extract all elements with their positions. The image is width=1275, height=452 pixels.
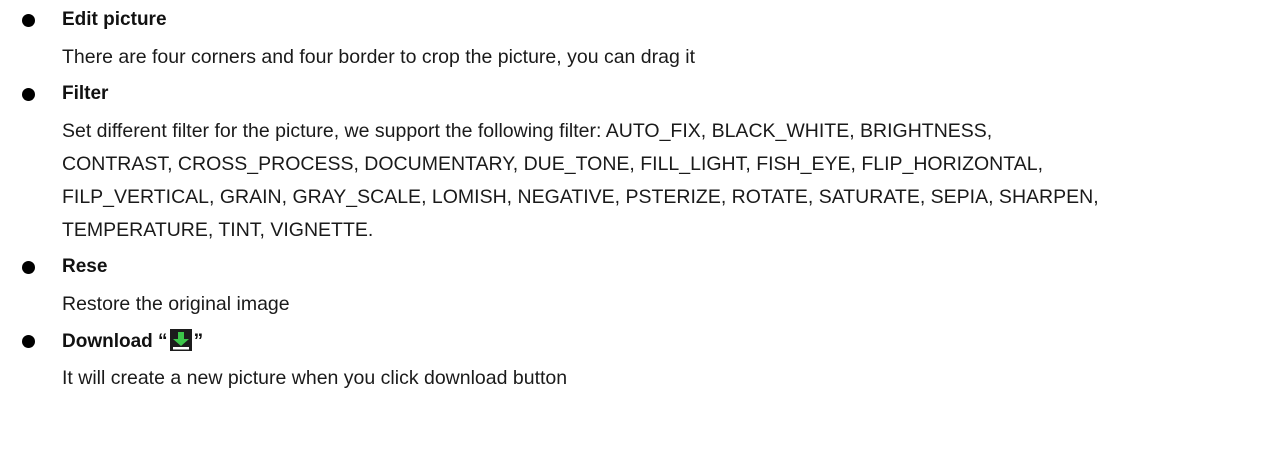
description-line: CONTRAST, CROSS_PROCESS, DOCUMENTARY, DU… bbox=[62, 153, 1043, 175]
description-line: TEMPERATURE, TINT, VIGNETTE. bbox=[62, 219, 374, 241]
list-item-filter: Filter Set different filter for the pict… bbox=[0, 74, 1275, 247]
bullet-icon bbox=[22, 88, 35, 101]
description-line: There are four corners and four border t… bbox=[62, 46, 696, 68]
bullet-icon bbox=[22, 261, 35, 274]
item-description: It will create a new picture when you cl… bbox=[62, 359, 1267, 395]
feature-list: Edit picture There are four corners and … bbox=[0, 0, 1275, 395]
item-description: Restore the original image bbox=[62, 285, 1267, 321]
item-title: Filter bbox=[62, 83, 109, 104]
description-line: Restore the original image bbox=[62, 293, 290, 315]
description-line: Set different filter for the picture, we… bbox=[62, 120, 993, 142]
item-title-suffix: ” bbox=[193, 331, 204, 352]
item-title: Edit picture bbox=[62, 9, 167, 30]
item-description: Set different filter for the picture, we… bbox=[62, 112, 1267, 247]
download-icon bbox=[169, 329, 192, 351]
list-item-edit-picture: Edit picture There are four corners and … bbox=[0, 0, 1275, 74]
description-line: FILP_VERTICAL, GRAIN, GRAY_SCALE, LOMISH… bbox=[62, 186, 1099, 208]
list-item-reset: Rese Restore the original image bbox=[0, 247, 1275, 321]
item-title: Rese bbox=[62, 256, 108, 277]
bullet-icon bbox=[22, 14, 35, 27]
item-title-prefix: Download “ bbox=[62, 331, 168, 352]
description-line: It will create a new picture when you cl… bbox=[62, 367, 568, 389]
bullet-icon bbox=[22, 335, 35, 348]
item-description: There are four corners and four border t… bbox=[62, 38, 1267, 74]
document-page: Edit picture There are four corners and … bbox=[0, 0, 1275, 452]
item-title: Download “ ” bbox=[62, 321, 1275, 359]
list-item-download: Download “ ” It will create a new pictur… bbox=[0, 321, 1275, 395]
